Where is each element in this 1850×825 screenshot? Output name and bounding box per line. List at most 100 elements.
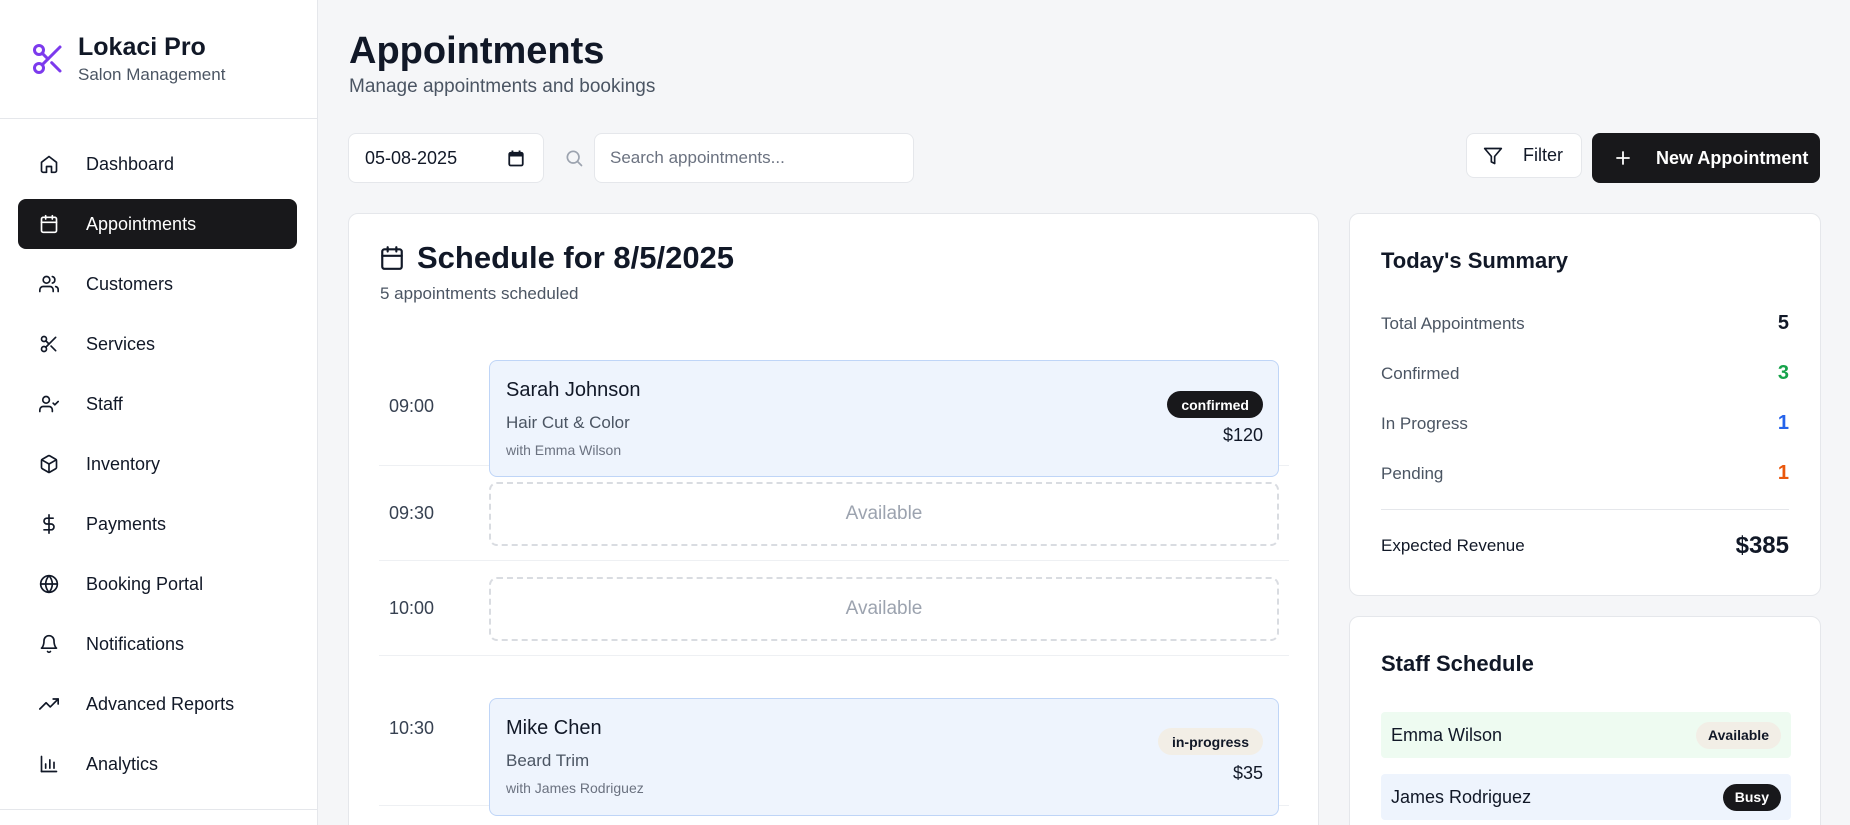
sidebar-item-inventory[interactable]: Inventory (18, 439, 297, 489)
appointment-count: 5 appointments scheduled (380, 284, 579, 303)
search-icon (564, 148, 584, 168)
staff-name: with James Rodriguez (506, 780, 644, 796)
date-picker[interactable]: 05-08-2025 (348, 133, 544, 183)
summary-value: 5 (1777, 312, 1789, 334)
schedule-title: Schedule for 8/5/2025 (379, 240, 734, 276)
globe-icon (38, 573, 60, 595)
sidebar-item-staff[interactable]: Staff (18, 379, 297, 429)
sidebar-item-label: Customers (86, 273, 174, 294)
sidebar-item-customers[interactable]: Customers (18, 259, 297, 309)
sidebar-item-notifications[interactable]: Notifications (18, 619, 297, 669)
summary-value: 1 (1777, 412, 1789, 434)
staff-status-badge: Busy (1722, 783, 1781, 811)
new-appointment-button[interactable]: New Appointment (1592, 133, 1820, 183)
summary-row-confirmed: Confirmed 3 (1381, 362, 1789, 385)
package-icon (38, 453, 60, 475)
staff-schedule-title: Staff Schedule (1381, 651, 1534, 676)
users-icon (38, 273, 60, 295)
sidebar-item-label: Inventory (86, 453, 161, 474)
page-title: Appointments (349, 30, 605, 72)
slot-time: 09:30 (389, 503, 435, 523)
calendar-picker-icon[interactable] (507, 149, 525, 172)
available-slot[interactable]: Available (489, 482, 1279, 546)
appointment-card[interactable]: Sarah Johnson Hair Cut & Color with Emma… (489, 360, 1279, 477)
filter-label: Filter (1523, 145, 1563, 165)
sidebar-item-label: Booking Portal (86, 573, 204, 594)
user-check-icon (38, 393, 60, 415)
sidebar-item-label: Analytics (86, 753, 159, 774)
schedule-title-text: Schedule for 8/5/2025 (417, 240, 735, 275)
summary-card: Today's Summary Total Appointments 5 Con… (1349, 213, 1821, 596)
filter-icon (1483, 146, 1503, 166)
sidebar-item-label: Appointments (86, 213, 197, 234)
staff-schedule-card: Staff Schedule Emma Wilson Available Jam… (1349, 616, 1821, 825)
available-slot[interactable]: Available (489, 577, 1279, 641)
brand-subtitle: Salon Management (78, 65, 226, 84)
service-name: Beard Trim (506, 751, 590, 770)
trending-up-icon (38, 693, 60, 715)
scissors-logo-icon (30, 41, 66, 77)
sidebar-item-label: Dashboard (86, 153, 175, 174)
sidebar-item-label: Staff (86, 393, 123, 414)
time-slot: 10:00 Available (379, 561, 1289, 656)
sidebar-item-label: Services (86, 333, 156, 354)
appointment-price: $120 (1222, 425, 1263, 445)
summary-value: 3 (1777, 362, 1789, 384)
sidebar-item-analytics[interactable]: Analytics (18, 739, 297, 789)
sidebar-item-advanced-reports[interactable]: Advanced Reports (18, 679, 297, 729)
new-appointment-label: New Appointment (1656, 147, 1809, 168)
sidebar-item-services[interactable]: Services (18, 319, 297, 369)
customer-name: Mike Chen (506, 717, 602, 739)
search-input[interactable] (594, 133, 914, 183)
filter-button[interactable]: Filter (1466, 133, 1582, 178)
sidebar-item-label: Advanced Reports (86, 693, 235, 714)
sidebar-item-label: Notifications (86, 633, 185, 654)
available-label: Available (845, 598, 923, 619)
slot-time: 10:30 (389, 718, 435, 738)
appointment-price: $35 (1232, 763, 1263, 783)
sidebar-divider (0, 809, 317, 810)
time-slot: 09:00 Sarah Johnson Hair Cut & Color wit… (379, 344, 1289, 477)
calendar-icon (379, 245, 405, 271)
page-subtitle: Manage appointments and bookings (349, 76, 656, 97)
status-badge: in-progress (1157, 728, 1263, 755)
summary-title: Today's Summary (1381, 248, 1568, 273)
staff-row[interactable]: James Rodriguez Busy (1381, 774, 1791, 820)
customer-name: Sarah Johnson (506, 379, 641, 401)
sidebar-item-label: Payments (86, 513, 167, 534)
summary-label: In Progress (1381, 413, 1468, 433)
summary-row-in-progress: In Progress 1 (1381, 412, 1789, 435)
status-badge: confirmed (1167, 391, 1263, 418)
revenue-value: $385 (1735, 532, 1789, 559)
sidebar-item-dashboard[interactable]: Dashboard (18, 139, 297, 189)
dollar-icon (38, 513, 60, 535)
time-slot: 09:30 Available (379, 466, 1289, 561)
staff-row[interactable]: Emma Wilson Available (1381, 712, 1791, 758)
summary-row-total: Total Appointments 5 (1381, 312, 1789, 335)
sidebar-item-booking-portal[interactable]: Booking Portal (18, 559, 297, 609)
scissors-icon (38, 333, 60, 355)
staff-name: with Emma Wilson (506, 442, 622, 458)
brand-name: Lokaci Pro (78, 33, 206, 61)
available-label: Available (845, 503, 923, 524)
summary-label: Pending (1381, 463, 1444, 483)
staff-status-badge: Available (1696, 721, 1781, 749)
summary-row-revenue: Expected Revenue $385 (1381, 532, 1789, 560)
slot-time: 10:00 (389, 598, 435, 618)
bell-icon (38, 633, 60, 655)
time-slot: 10:30 Mike Chen Beard Trim with James Ro… (379, 656, 1289, 816)
summary-label: Total Appointments (1381, 313, 1525, 333)
appointment-card[interactable]: Mike Chen Beard Trim with James Rodrigue… (489, 698, 1279, 816)
sidebar-item-payments[interactable]: Payments (18, 499, 297, 549)
bar-chart-icon (38, 753, 60, 775)
revenue-label: Expected Revenue (1381, 536, 1525, 555)
schedule-card: Schedule for 8/5/2025 5 appointments sch… (348, 213, 1319, 825)
summary-label: Confirmed (1381, 363, 1460, 383)
date-value: 05-08-2025 (365, 147, 458, 168)
plus-icon (1614, 149, 1632, 167)
home-icon (38, 153, 60, 175)
summary-value: 1 (1777, 462, 1789, 484)
sidebar: Lokaci Pro Salon Management Dashboard Ap… (0, 0, 318, 825)
service-name: Hair Cut & Color (506, 413, 630, 432)
sidebar-item-appointments[interactable]: Appointments (18, 199, 297, 249)
